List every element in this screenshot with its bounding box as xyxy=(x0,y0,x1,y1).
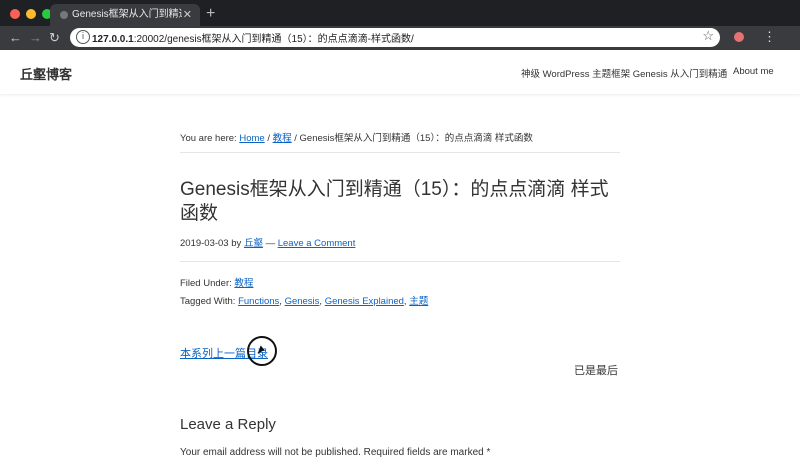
tab-close-icon[interactable]: ✕ xyxy=(183,4,192,26)
breadcrumb-prefix: You are here: xyxy=(180,133,237,144)
forward-arrow-icon[interactable]: → xyxy=(29,30,42,45)
filed-category-link[interactable]: 教程 xyxy=(234,278,253,289)
bookmark-star-icon[interactable]: ☆ xyxy=(702,28,714,44)
post-title: Genesis框架从入门到精通（15）：的点点滴滴 样式函数 xyxy=(180,179,609,224)
address-bar[interactable]: i 127.0.0.1:20002/genesis框架从入门到精通（15）：的点… xyxy=(70,28,720,47)
site-title[interactable]: 丘壑博客 xyxy=(20,64,72,83)
back-arrow-icon[interactable]: ← xyxy=(9,30,22,45)
comment-heading: Leave a Reply xyxy=(180,416,276,433)
breadcrumb: You are here: Home / 教程 / Genesis框架从入门到精… xyxy=(180,130,620,144)
browser-toolbar: ← → ↻ i 127.0.0.1:20002/genesis框架从入门到精通（… xyxy=(0,26,800,50)
tag-link[interactable]: Functions xyxy=(238,296,279,307)
post-date: 2019-03-03 xyxy=(180,238,229,249)
meta-dash: — xyxy=(265,238,276,249)
favicon-icon xyxy=(60,11,68,19)
browser-menu-icon[interactable]: ⋮ xyxy=(763,29,776,45)
browser-tabstrip: Genesis框架从入门到精通（15） ✕ + xyxy=(0,0,800,26)
address-url: 127.0.0.1:20002/genesis框架从入门到精通（15）：的点点滴… xyxy=(92,34,414,45)
tab-title: Genesis框架从入门到精通（15） xyxy=(72,9,182,20)
minimize-window-icon[interactable] xyxy=(26,9,36,19)
leave-comment-link[interactable]: Leave a Comment xyxy=(278,238,356,249)
site-header: 丘壑博客 神级 WordPress 主题框架 Genesis 从入门到精通 Ab… xyxy=(0,50,800,94)
reload-icon[interactable]: ↻ xyxy=(49,30,60,46)
filed-under: Filed Under: 教程 xyxy=(180,275,620,289)
main-content: You are here: Home / 教程 / Genesis框架从入门到精… xyxy=(180,130,620,307)
tagged-with-label: Tagged With: xyxy=(180,296,236,307)
browser-tab[interactable]: Genesis框架从入门到精通（15） ✕ xyxy=(50,4,200,26)
nav-item-about[interactable]: About me xyxy=(733,66,774,77)
close-window-icon[interactable] xyxy=(10,9,20,19)
info-icon[interactable]: i xyxy=(76,30,90,44)
filed-under-label: Filed Under: xyxy=(180,278,232,289)
comment-notice: Your email address will not be published… xyxy=(180,447,491,458)
new-tab-icon[interactable]: + xyxy=(206,5,215,23)
breadcrumb-separator: / xyxy=(267,133,270,144)
tagged-with: Tagged With: Functions, Genesis, Genesis… xyxy=(180,296,429,307)
tag-link[interactable]: 主题 xyxy=(409,296,428,307)
post-by: by xyxy=(231,238,242,249)
tag-link[interactable]: Genesis xyxy=(285,296,320,307)
nav-item-genesis-series[interactable]: 神级 WordPress 主题框架 Genesis 从入门到精通 xyxy=(521,66,727,80)
post-meta: 2019-03-03 by 丘壑 — Leave a Comment xyxy=(180,235,620,249)
tag-link[interactable]: Genesis Explained xyxy=(325,296,404,307)
extension-icon[interactable] xyxy=(734,32,744,42)
breadcrumb-current: Genesis框架从入门到精通（15）：的点点滴滴 样式函数 xyxy=(299,133,533,144)
divider xyxy=(180,261,620,262)
series-last-label: 已是最后 xyxy=(574,365,618,377)
post-author-link[interactable]: 丘壑 xyxy=(244,238,263,249)
breadcrumb-separator: / xyxy=(294,133,297,144)
divider xyxy=(180,152,620,153)
breadcrumb-home-link[interactable]: Home xyxy=(239,133,264,144)
breadcrumb-category-link[interactable]: 教程 xyxy=(273,133,292,144)
